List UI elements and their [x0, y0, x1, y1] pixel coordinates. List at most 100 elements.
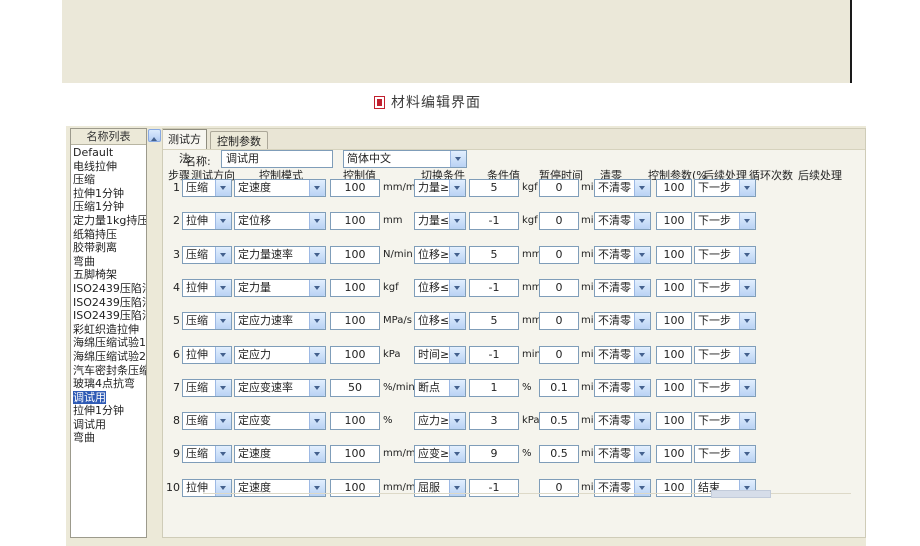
hscroll-thumb[interactable] [711, 490, 771, 498]
switch-condition-select[interactable]: 位移≤ [414, 312, 466, 330]
control-mode-select[interactable]: 定应力速率 [234, 312, 326, 330]
control-value-input[interactable]: 100 [330, 346, 380, 364]
list-item[interactable]: 调试用 [71, 418, 146, 432]
direction-select[interactable]: 压缩 [182, 179, 232, 197]
list-item[interactable]: Default [71, 146, 146, 160]
clear-select[interactable]: 不清零 [594, 279, 651, 297]
condition-value-input[interactable]: 5 [469, 246, 519, 264]
control-value-input[interactable]: 100 [330, 412, 380, 430]
control-param-input[interactable]: 100 [656, 379, 692, 397]
switch-condition-select[interactable]: 力量≤ [414, 212, 466, 230]
list-item[interactable]: 拉伸1分钟 [71, 404, 146, 418]
list-item[interactable]: 弯曲 [71, 255, 146, 269]
tab-test-method[interactable]: 测试方法 [163, 129, 207, 149]
next-action-select[interactable]: 下一步 [694, 412, 756, 430]
condition-value-input[interactable]: 5 [469, 179, 519, 197]
next-action-select[interactable]: 下一步 [694, 279, 756, 297]
condition-value-input[interactable]: -1 [469, 279, 519, 297]
clear-select[interactable]: 不清零 [594, 479, 651, 497]
next-action-select[interactable]: 下一步 [694, 246, 756, 264]
condition-value-input[interactable]: -1 [469, 212, 519, 230]
condition-value-input[interactable]: 5 [469, 312, 519, 330]
clear-select[interactable]: 不清零 [594, 346, 651, 364]
clear-select[interactable]: 不清零 [594, 379, 651, 397]
next-action-select[interactable]: 下一步 [694, 179, 756, 197]
direction-select[interactable]: 拉伸 [182, 212, 232, 230]
control-mode-select[interactable]: 定应变速率 [234, 379, 326, 397]
control-value-input[interactable]: 100 [330, 312, 380, 330]
pause-time-input[interactable]: 0.1 [539, 379, 579, 397]
pause-time-input[interactable]: 0 [539, 179, 579, 197]
list-item[interactable]: 玻璃4点抗弯 [71, 377, 146, 391]
condition-value-input[interactable]: -1 [469, 346, 519, 364]
direction-select[interactable]: 压缩 [182, 246, 232, 264]
list-item[interactable]: 海绵压缩试验1 [71, 336, 146, 350]
clear-select[interactable]: 不清零 [594, 212, 651, 230]
list-item[interactable]: 定力量1kg持压 [71, 214, 146, 228]
control-value-input[interactable]: 100 [330, 279, 380, 297]
next-action-select[interactable]: 下一步 [694, 346, 756, 364]
control-param-input[interactable]: 100 [656, 212, 692, 230]
direction-select[interactable]: 压缩 [182, 312, 232, 330]
clear-select[interactable]: 不清零 [594, 445, 651, 463]
pause-time-input[interactable]: 0 [539, 212, 579, 230]
direction-select[interactable]: 拉伸 [182, 479, 232, 497]
control-mode-select[interactable]: 定速度 [234, 445, 326, 463]
control-value-input[interactable]: 50 [330, 379, 380, 397]
direction-select[interactable]: 压缩 [182, 412, 232, 430]
control-value-input[interactable]: 100 [330, 479, 380, 497]
control-param-input[interactable]: 100 [656, 479, 692, 497]
control-mode-select[interactable]: 定力量 [234, 279, 326, 297]
list-item[interactable]: 调试用 [71, 391, 146, 405]
control-mode-select[interactable]: 定应变 [234, 412, 326, 430]
switch-condition-select[interactable]: 应力≥ [414, 412, 466, 430]
list-item[interactable]: 彩虹织造拉伸 [71, 323, 146, 337]
condition-value-input[interactable]: 9 [469, 445, 519, 463]
list-item[interactable]: 拉伸1分钟 [71, 187, 146, 201]
list-item[interactable]: 五脚椅架 [71, 268, 146, 282]
next-action-select[interactable]: 下一步 [694, 212, 756, 230]
language-select[interactable]: 简体中文 [343, 150, 467, 168]
control-param-input[interactable]: 100 [656, 179, 692, 197]
control-value-input[interactable]: 100 [330, 246, 380, 264]
name-input[interactable]: 调试用 [221, 150, 333, 168]
pause-time-input[interactable]: 0 [539, 312, 579, 330]
clear-select[interactable]: 不清零 [594, 312, 651, 330]
control-mode-select[interactable]: 定位移 [234, 212, 326, 230]
control-param-input[interactable]: 100 [656, 412, 692, 430]
list-item[interactable]: ISO2439压陷法 [71, 296, 146, 310]
condition-value-input[interactable]: 3 [469, 412, 519, 430]
control-param-input[interactable]: 100 [656, 312, 692, 330]
switch-condition-select[interactable]: 断点 [414, 379, 466, 397]
switch-condition-select[interactable]: 位移≤ [414, 279, 466, 297]
clear-select[interactable]: 不清零 [594, 412, 651, 430]
list-item[interactable]: ISO2439压陷法 [71, 309, 146, 323]
list-item[interactable]: 汽车密封条压缩 [71, 364, 146, 378]
switch-condition-select[interactable]: 屈服 [414, 479, 466, 497]
control-param-input[interactable]: 100 [656, 445, 692, 463]
list-item[interactable]: 胶带剥离 [71, 241, 146, 255]
list-item[interactable]: ISO2439压陷法 [71, 282, 146, 296]
pause-time-input[interactable]: 0 [539, 246, 579, 264]
list-item[interactable]: 纸箱持压 [71, 228, 146, 242]
pause-time-input[interactable]: 0.5 [539, 412, 579, 430]
control-mode-select[interactable]: 定速度 [234, 479, 326, 497]
control-mode-select[interactable]: 定速度 [234, 179, 326, 197]
list-item[interactable]: 电线拉伸 [71, 160, 146, 174]
control-value-input[interactable]: 100 [330, 212, 380, 230]
condition-value-input[interactable]: 1 [469, 379, 519, 397]
control-mode-select[interactable]: 定应力 [234, 346, 326, 364]
pause-time-input[interactable]: 0 [539, 279, 579, 297]
direction-select[interactable]: 压缩 [182, 379, 232, 397]
next-action-select[interactable]: 下一步 [694, 379, 756, 397]
control-param-input[interactable]: 100 [656, 346, 692, 364]
pause-time-input[interactable]: 0 [539, 479, 579, 497]
scroll-up-icon[interactable] [148, 129, 161, 142]
pause-time-input[interactable]: 0.5 [539, 445, 579, 463]
next-action-select[interactable]: 下一步 [694, 445, 756, 463]
list-item[interactable]: 压缩1分钟 [71, 200, 146, 214]
direction-select[interactable]: 拉伸 [182, 346, 232, 364]
condition-value-input[interactable]: -1 [469, 479, 519, 497]
list-item[interactable]: 海绵压缩试验2 [71, 350, 146, 364]
control-mode-select[interactable]: 定力量速率 [234, 246, 326, 264]
